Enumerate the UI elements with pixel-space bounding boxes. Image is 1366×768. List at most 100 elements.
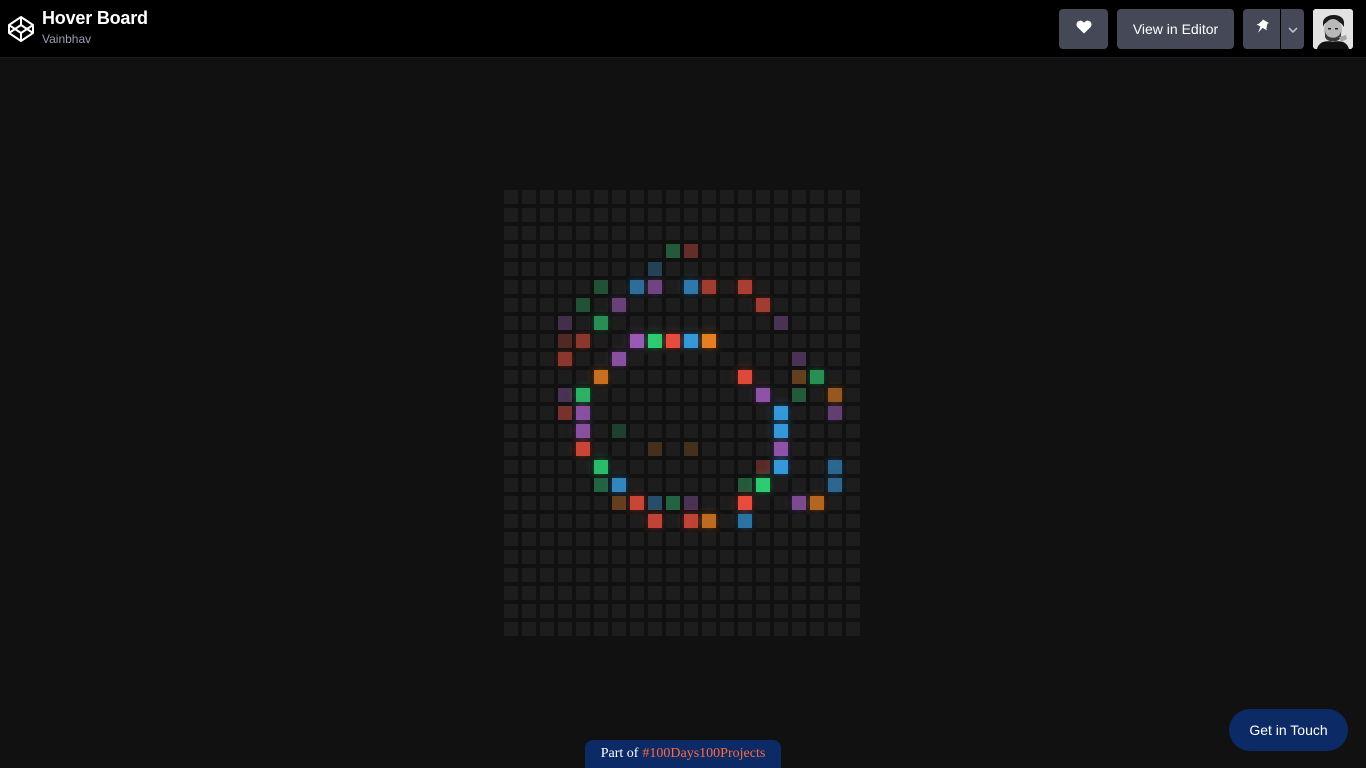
board-cell[interactable]: [576, 352, 590, 366]
board-cell[interactable]: [792, 478, 806, 492]
board-cell[interactable]: [648, 370, 662, 384]
board-cell[interactable]: [594, 352, 608, 366]
board-cell[interactable]: [774, 622, 788, 636]
board-cell[interactable]: [792, 424, 806, 438]
board-cell[interactable]: [738, 586, 752, 600]
board-cell[interactable]: [846, 406, 860, 420]
board-cell[interactable]: [612, 568, 626, 582]
board-cell[interactable]: [648, 334, 662, 348]
board-cell[interactable]: [576, 280, 590, 294]
board-cell[interactable]: [828, 586, 842, 600]
board-cell[interactable]: [522, 550, 536, 564]
board-cell[interactable]: [684, 496, 698, 510]
board-cell[interactable]: [648, 568, 662, 582]
board-cell[interactable]: [684, 622, 698, 636]
board-cell[interactable]: [684, 532, 698, 546]
board-cell[interactable]: [666, 622, 680, 636]
board-cell[interactable]: [828, 280, 842, 294]
board-cell[interactable]: [630, 208, 644, 222]
board-cell[interactable]: [738, 424, 752, 438]
board-cell[interactable]: [684, 388, 698, 402]
board-cell[interactable]: [612, 352, 626, 366]
board-cell[interactable]: [504, 280, 518, 294]
board-cell[interactable]: [630, 514, 644, 528]
board-cell[interactable]: [594, 496, 608, 510]
board-cell[interactable]: [594, 190, 608, 204]
board-cell[interactable]: [846, 604, 860, 618]
board-cell[interactable]: [810, 460, 824, 474]
board-cell[interactable]: [756, 244, 770, 258]
board-cell[interactable]: [846, 532, 860, 546]
board-cell[interactable]: [630, 262, 644, 276]
board-cell[interactable]: [756, 586, 770, 600]
board-cell[interactable]: [846, 352, 860, 366]
board-cell[interactable]: [792, 406, 806, 420]
board-cell[interactable]: [594, 586, 608, 600]
board-cell[interactable]: [828, 550, 842, 564]
board-cell[interactable]: [828, 298, 842, 312]
board-cell[interactable]: [774, 568, 788, 582]
board-cell[interactable]: [720, 226, 734, 240]
board-cell[interactable]: [648, 622, 662, 636]
board-cell[interactable]: [720, 460, 734, 474]
board-cell[interactable]: [648, 406, 662, 420]
board-cell[interactable]: [594, 316, 608, 330]
board-cell[interactable]: [540, 442, 554, 456]
board-cell[interactable]: [720, 316, 734, 330]
board-cell[interactable]: [576, 568, 590, 582]
board-cell[interactable]: [810, 496, 824, 510]
board-cell[interactable]: [792, 280, 806, 294]
board-cell[interactable]: [666, 532, 680, 546]
board-cell[interactable]: [594, 442, 608, 456]
board-cell[interactable]: [558, 604, 572, 618]
board-cell[interactable]: [792, 298, 806, 312]
board-cell[interactable]: [720, 190, 734, 204]
board-cell[interactable]: [846, 226, 860, 240]
board-cell[interactable]: [648, 604, 662, 618]
board-cell[interactable]: [540, 406, 554, 420]
board-cell[interactable]: [540, 532, 554, 546]
board-cell[interactable]: [810, 622, 824, 636]
board-cell[interactable]: [810, 208, 824, 222]
board-cell[interactable]: [522, 424, 536, 438]
board-cell[interactable]: [828, 208, 842, 222]
board-cell[interactable]: [810, 226, 824, 240]
board-cell[interactable]: [828, 334, 842, 348]
board-cell[interactable]: [558, 262, 572, 276]
board-cell[interactable]: [738, 514, 752, 528]
board-cell[interactable]: [666, 442, 680, 456]
board-cell[interactable]: [522, 478, 536, 492]
board-cell[interactable]: [522, 208, 536, 222]
board-cell[interactable]: [828, 316, 842, 330]
board-cell[interactable]: [756, 334, 770, 348]
board-cell[interactable]: [846, 478, 860, 492]
board-cell[interactable]: [612, 370, 626, 384]
board-cell[interactable]: [540, 388, 554, 402]
board-cell[interactable]: [702, 586, 716, 600]
board-cell[interactable]: [540, 298, 554, 312]
board-cell[interactable]: [594, 244, 608, 258]
board-cell[interactable]: [720, 406, 734, 420]
board-cell[interactable]: [504, 532, 518, 546]
board-cell[interactable]: [612, 208, 626, 222]
board-cell[interactable]: [648, 586, 662, 600]
board-cell[interactable]: [792, 262, 806, 276]
board-cell[interactable]: [558, 532, 572, 546]
board-cell[interactable]: [648, 550, 662, 564]
board-cell[interactable]: [612, 334, 626, 348]
board-cell[interactable]: [720, 424, 734, 438]
board-cell[interactable]: [558, 298, 572, 312]
board-cell[interactable]: [828, 514, 842, 528]
board-cell[interactable]: [648, 496, 662, 510]
board-cell[interactable]: [666, 244, 680, 258]
view-in-editor-button[interactable]: View in Editor: [1117, 9, 1234, 49]
board-cell[interactable]: [684, 460, 698, 474]
board-cell[interactable]: [576, 586, 590, 600]
board-cell[interactable]: [666, 334, 680, 348]
board-cell[interactable]: [702, 334, 716, 348]
board-cell[interactable]: [630, 532, 644, 546]
board-cell[interactable]: [720, 298, 734, 312]
board-cell[interactable]: [702, 226, 716, 240]
board-cell[interactable]: [576, 532, 590, 546]
board-cell[interactable]: [522, 586, 536, 600]
